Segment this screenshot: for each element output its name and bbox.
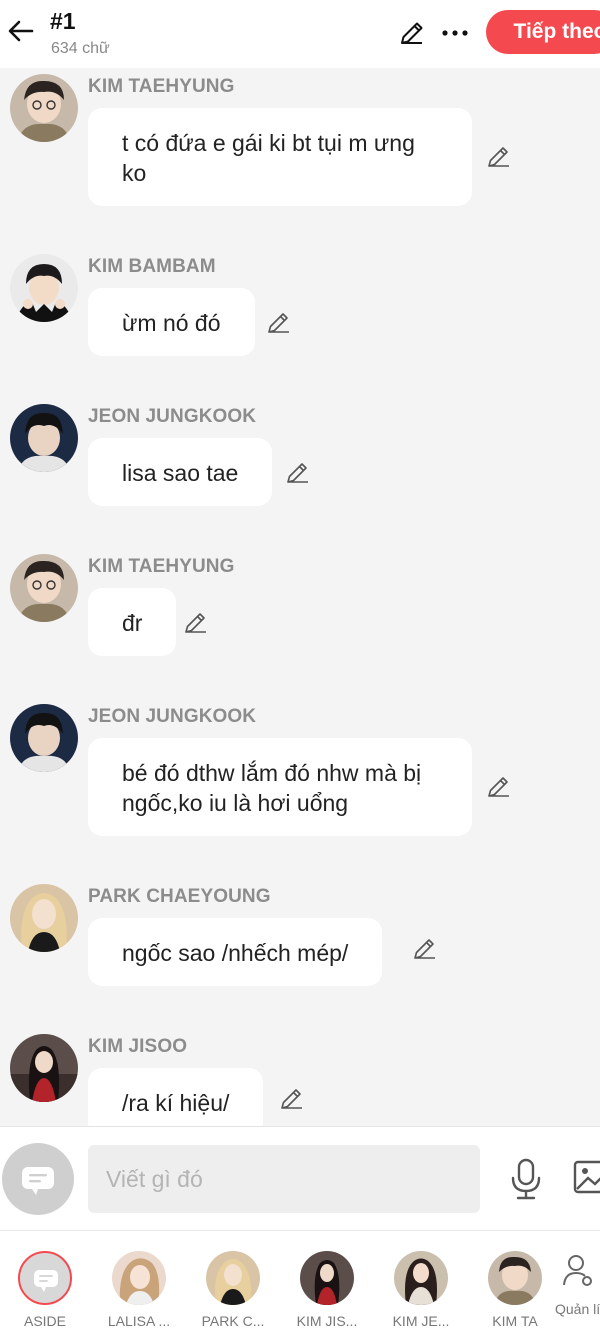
- edit-pencil-icon[interactable]: [412, 936, 438, 962]
- message-bubble[interactable]: /ra kí hiệu/: [88, 1068, 264, 1126]
- avatar[interactable]: [10, 74, 78, 142]
- pencil-icon[interactable]: [398, 19, 426, 47]
- message-input[interactable]: [88, 1145, 480, 1213]
- message-bubble[interactable]: đr: [88, 588, 177, 656]
- edit-pencil-icon[interactable]: [486, 144, 512, 170]
- character-name: JEON JUNGKOOK: [88, 406, 257, 427]
- avatar: [112, 1251, 166, 1305]
- back-arrow-icon[interactable]: [4, 14, 38, 48]
- chapter-title: #1: [50, 8, 76, 34]
- user-settings-icon: [563, 1255, 592, 1286]
- image-icon[interactable]: [572, 1159, 600, 1195]
- character-name: KIM JISOO: [88, 1036, 188, 1057]
- manage-label: Quản lí: [555, 1301, 600, 1317]
- avatar: [206, 1251, 260, 1305]
- message-list[interactable]: KIM TAEHYUNG t có đứa e gái ki bt tụi m …: [0, 68, 600, 1126]
- character-label: KIM TA: [492, 1313, 538, 1329]
- message-item: PARK CHAEYOUNG ngốc sao /nhếch mép/: [0, 878, 600, 988]
- message-bubble[interactable]: lisa sao tae: [88, 438, 273, 506]
- avatar[interactable]: [10, 704, 78, 772]
- microphone-icon[interactable]: [508, 1157, 544, 1201]
- character-label: ASIDE: [23, 1313, 66, 1329]
- message-bubble[interactable]: bé đó dthw lắm đó nhw mà bị ngốc,ko iu l…: [88, 738, 472, 836]
- avatar[interactable]: [10, 1034, 78, 1102]
- avatar: [488, 1251, 542, 1305]
- character-label: KIM JIS...: [296, 1313, 358, 1329]
- manage-characters-button[interactable]: Quản lí: [552, 1231, 600, 1334]
- character-name: KIM TAEHYUNG: [88, 556, 235, 577]
- avatar[interactable]: [10, 254, 78, 322]
- character-lalisa[interactable]: LALISA ...: [98, 1231, 178, 1334]
- chat-bubble-icon: [34, 1270, 58, 1292]
- avatar[interactable]: [10, 404, 78, 472]
- character-kim-taehyung[interactable]: KIM TA: [474, 1231, 554, 1334]
- avatar[interactable]: [10, 884, 78, 952]
- edit-pencil-icon[interactable]: [266, 310, 292, 336]
- compose-bar: [0, 1126, 600, 1230]
- edit-pencil-icon[interactable]: [183, 610, 209, 636]
- character-aside[interactable]: ASIDE: [4, 1231, 84, 1334]
- aside-avatar: [18, 1251, 72, 1305]
- message-item: JEON JUNGKOOK lisa sao tae: [0, 398, 600, 508]
- character-name: JEON JUNGKOOK: [88, 706, 257, 727]
- edit-pencil-icon[interactable]: [486, 774, 512, 800]
- message-bubble[interactable]: ừm nó đó: [88, 288, 255, 356]
- message-bubble[interactable]: t có đứa e gái ki bt tụi m ưng ko: [88, 108, 472, 206]
- top-bar: #1 634 chữ Tiếp theo: [0, 0, 600, 68]
- avatar[interactable]: [10, 554, 78, 622]
- character-kim-jisoo[interactable]: KIM JIS...: [286, 1231, 366, 1334]
- character-label: LALISA ...: [107, 1313, 171, 1329]
- next-button[interactable]: Tiếp theo: [486, 10, 600, 54]
- character-bar: ASIDE LALISA ... PARK C... KIM JIS... KI…: [0, 1230, 600, 1334]
- avatar: [394, 1251, 448, 1305]
- message-item: KIM TAEHYUNG t có đứa e gái ki bt tụi m …: [0, 68, 600, 218]
- message-item: JEON JUNGKOOK bé đó dthw lắm đó nhw mà b…: [0, 698, 600, 848]
- character-label: PARK C...: [201, 1313, 265, 1329]
- edit-pencil-icon[interactable]: [285, 460, 311, 486]
- character-park-chaeyoung[interactable]: PARK C...: [192, 1231, 272, 1334]
- character-name: PARK CHAEYOUNG: [88, 886, 271, 907]
- message-item: KIM BAMBAM ừm nó đó: [0, 248, 600, 358]
- message-item: KIM TAEHYUNG đr: [0, 548, 600, 658]
- character-name: KIM TAEHYUNG: [88, 76, 235, 97]
- character-name: KIM BAMBAM: [88, 256, 216, 277]
- character-kim-jennie[interactable]: KIM JE...: [380, 1231, 460, 1334]
- message-item: KIM JISOO /ra kí hiệu/: [0, 1028, 600, 1126]
- aside-toggle-button[interactable]: [2, 1143, 74, 1215]
- word-count: 634 chữ: [51, 40, 110, 57]
- edit-pencil-icon[interactable]: [279, 1086, 305, 1112]
- avatar: [300, 1251, 354, 1305]
- more-options-icon[interactable]: [440, 20, 470, 46]
- character-label: KIM JE...: [392, 1313, 450, 1329]
- chat-bubble-icon: [22, 1167, 54, 1195]
- message-bubble[interactable]: ngốc sao /nhếch mép/: [88, 918, 383, 986]
